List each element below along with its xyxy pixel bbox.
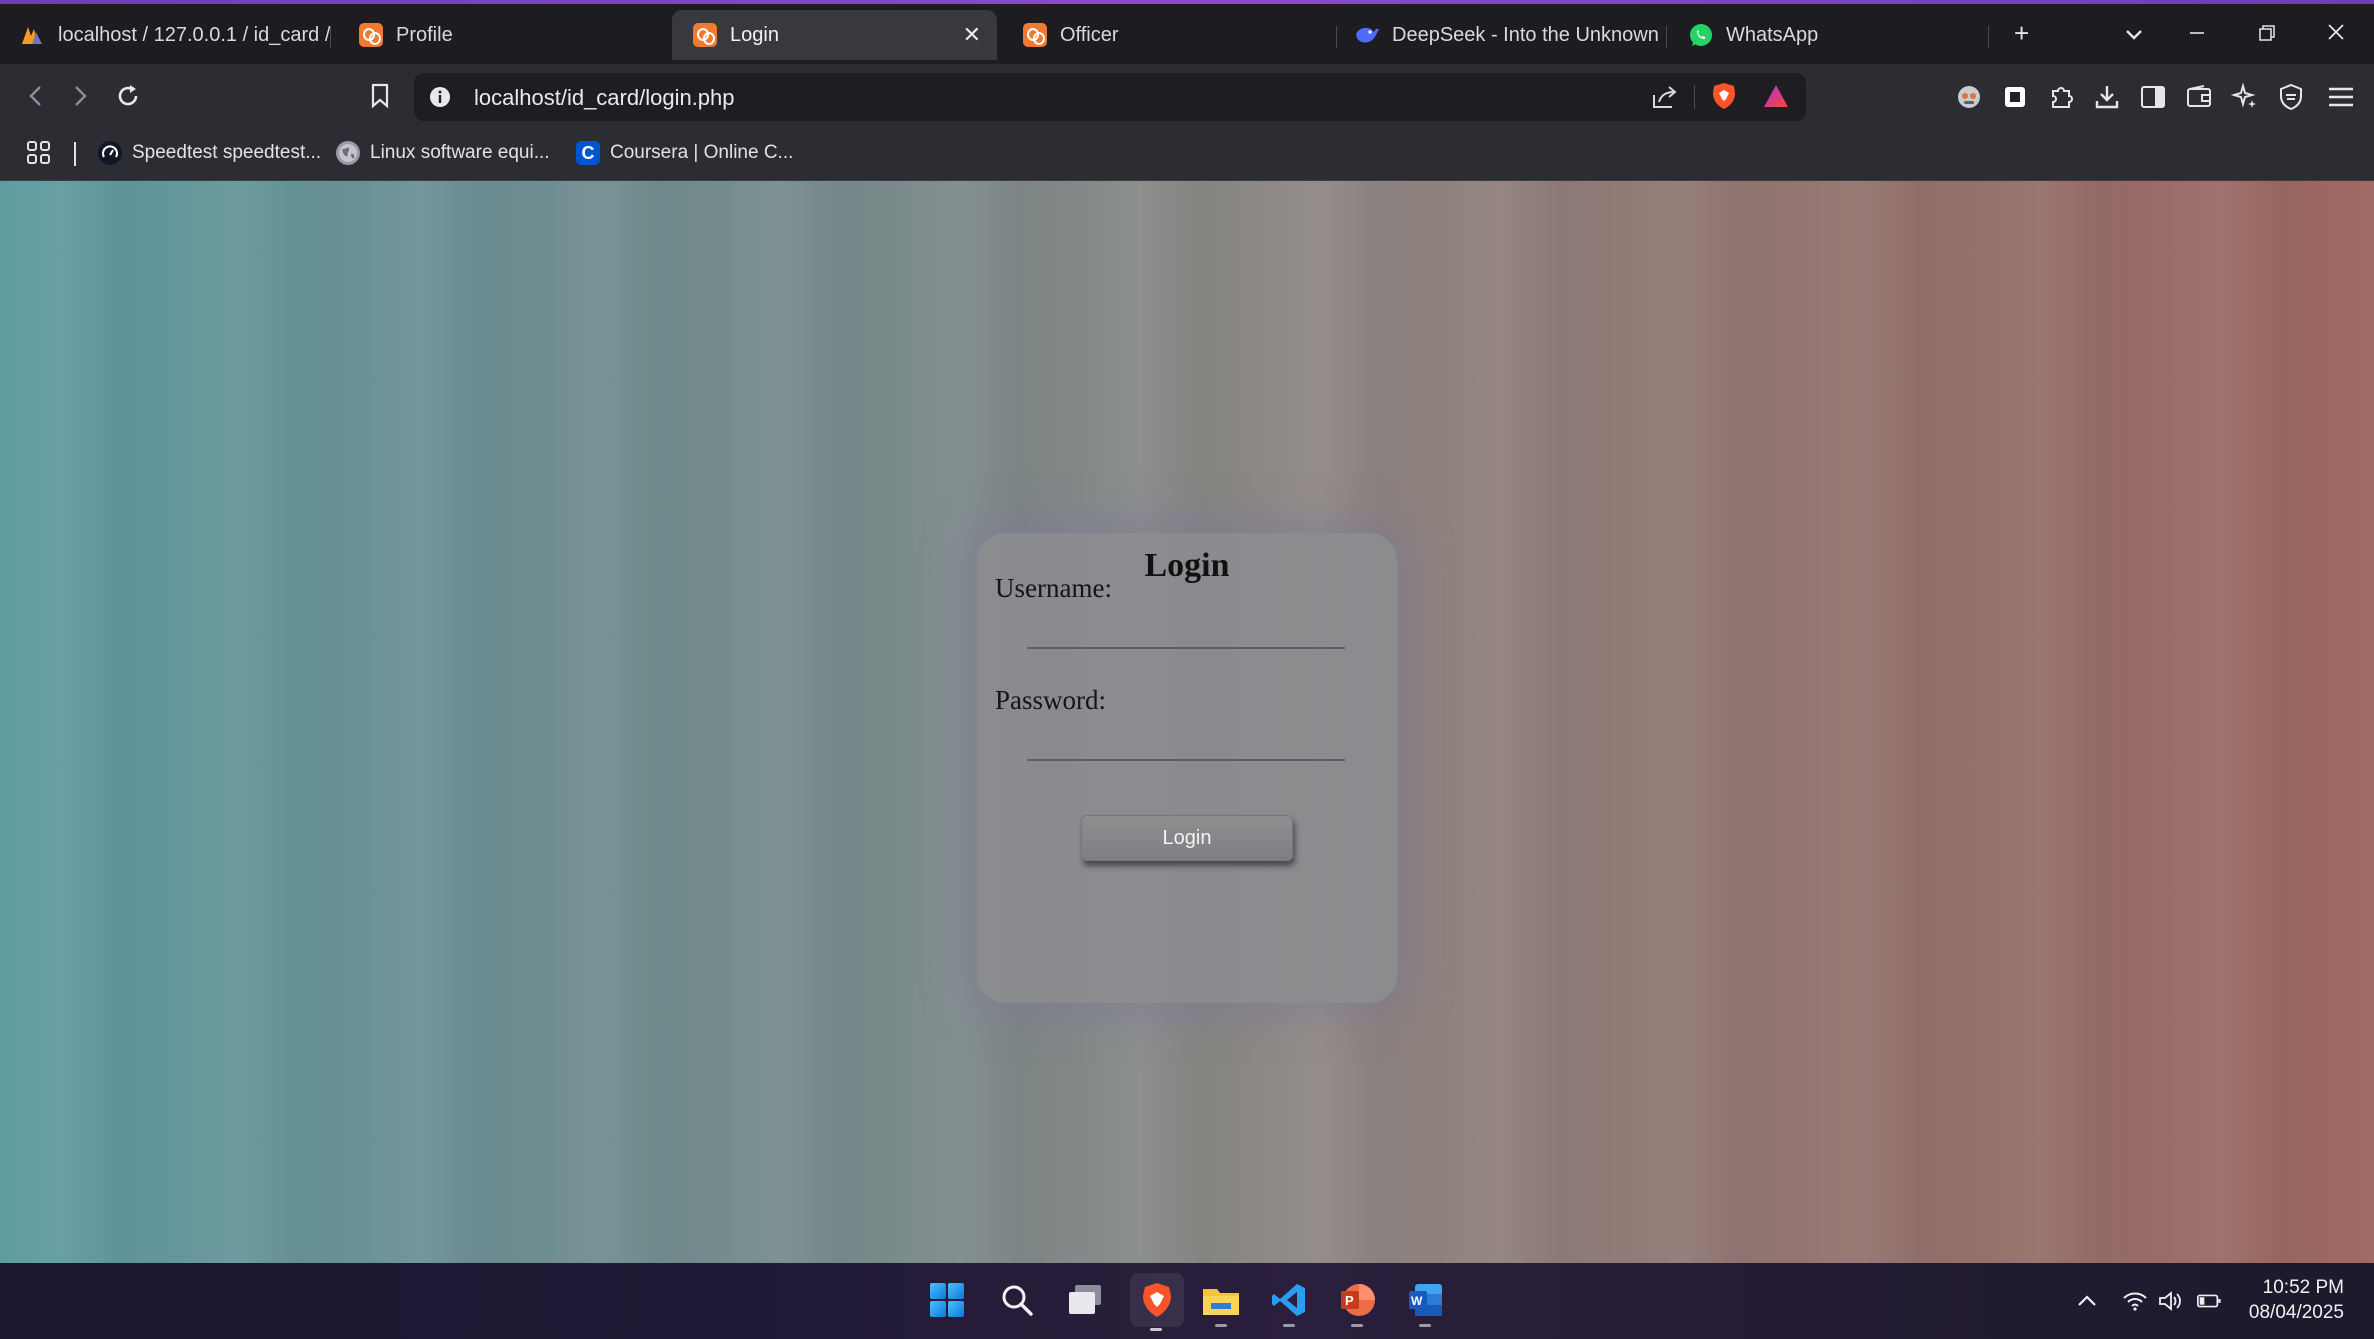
- apps-grid-icon[interactable]: [26, 138, 52, 168]
- battery-icon[interactable]: [2196, 1288, 2222, 1314]
- password-input[interactable]: [1027, 725, 1345, 761]
- tab-title: DeepSeek - Into the Unknown: [1392, 23, 1659, 46]
- back-icon[interactable]: [18, 78, 54, 114]
- bookmarks-bar: Speedtest speedtest... Linux software eq…: [0, 128, 2374, 181]
- forward-icon[interactable]: [62, 78, 98, 114]
- tab-title: Officer: [1060, 23, 1119, 46]
- vscode-icon[interactable]: [1266, 1277, 1312, 1327]
- tab-title: Login: [730, 23, 779, 46]
- username-input[interactable]: [1027, 613, 1345, 649]
- bookmark-label: Linux software equi...: [370, 142, 550, 163]
- tab-divider: [1988, 26, 1989, 48]
- tray-overflow-chevron-icon[interactable]: [2074, 1288, 2100, 1314]
- reload-icon[interactable]: [110, 78, 146, 114]
- bookmark-label: Coursera | Online C...: [610, 142, 794, 163]
- login-form: Login Username: Password: Login: [977, 533, 1397, 1003]
- speedtest-icon: [98, 141, 122, 165]
- wallet-icon[interactable]: [2184, 82, 2214, 112]
- page-content: Login Username: Password: Login: [0, 181, 2374, 1263]
- close-window-icon[interactable]: [2326, 22, 2346, 48]
- tab-profile[interactable]: Profile: [338, 10, 668, 60]
- site-info-icon[interactable]: [428, 85, 452, 114]
- tab-officer[interactable]: Officer: [1002, 10, 1332, 60]
- bookmark-icon[interactable]: [362, 78, 398, 114]
- xampp-icon: [358, 22, 384, 48]
- tab-phpmyadmin[interactable]: localhost / 127.0.0.1 / id_card /: [0, 10, 330, 60]
- vpn-shield-icon[interactable]: [2276, 82, 2306, 112]
- clock-time: 10:52 PM: [2262, 1277, 2344, 1298]
- download-icon[interactable]: [2092, 82, 2122, 112]
- search-icon[interactable]: [994, 1277, 1040, 1323]
- bookmark-speedtest[interactable]: Speedtest speedtest...: [98, 138, 321, 168]
- menu-hamburger-icon[interactable]: [2326, 82, 2356, 112]
- tab-bar: localhost / 127.0.0.1 / id_card / Profil…: [0, 4, 2374, 64]
- globe-icon: [336, 141, 360, 165]
- minimize-icon[interactable]: [2188, 22, 2206, 48]
- wifi-icon[interactable]: [2122, 1288, 2148, 1314]
- password-label: Password:: [995, 685, 1107, 715]
- tab-title: WhatsApp: [1726, 23, 1819, 46]
- word-icon[interactable]: W: [1402, 1277, 1448, 1327]
- browser-toolbar: localhost/id_card/login.php: [0, 64, 2374, 128]
- xampp-icon: [692, 22, 718, 48]
- tab-divider: [1666, 26, 1667, 48]
- bookmarks-divider: [74, 142, 76, 166]
- whatsapp-icon: [1688, 22, 1714, 48]
- powerpoint-icon[interactable]: P: [1334, 1277, 1380, 1327]
- leo-ai-avatar-icon[interactable]: [1954, 82, 1984, 112]
- address-bar[interactable]: localhost/id_card/login.php: [414, 73, 1806, 121]
- urlbar-divider: [1694, 85, 1695, 109]
- bookmark-label: Speedtest speedtest...: [132, 142, 322, 163]
- username-label: Username:: [995, 573, 1112, 603]
- new-tab-icon[interactable]: +: [2014, 18, 2029, 49]
- screen: localhost / 127.0.0.1 / id_card / Profil…: [0, 0, 2374, 1339]
- volume-icon[interactable]: [2158, 1288, 2184, 1314]
- close-tab-icon[interactable]: ✕: [963, 22, 981, 48]
- leo-sparkle-icon[interactable]: [2230, 82, 2260, 112]
- tab-divider: [330, 26, 331, 48]
- deepseek-icon: [1354, 22, 1380, 48]
- tab-list-chevron-icon[interactable]: [2124, 22, 2144, 48]
- bookmark-linux-software[interactable]: Linux software equi...: [336, 138, 550, 168]
- tab-deepseek[interactable]: DeepSeek - Into the Unknown: [1334, 10, 1664, 60]
- svg-text:P: P: [1345, 1293, 1354, 1308]
- tab-title: Profile: [396, 23, 453, 46]
- xampp-icon: [1022, 22, 1048, 48]
- phpmyadmin-icon: [20, 22, 46, 48]
- bookmark-coursera[interactable]: C Coursera | Online C...: [576, 138, 793, 168]
- tab-login[interactable]: Login ✕: [672, 10, 997, 60]
- extensions-puzzle-icon[interactable]: [2046, 82, 2076, 112]
- sidebar-toggle-icon[interactable]: [2138, 82, 2168, 112]
- tab-whatsapp[interactable]: WhatsApp: [1668, 10, 1968, 60]
- share-icon[interactable]: [1650, 83, 1678, 116]
- clock-date: 08/04/2025: [2248, 1302, 2344, 1323]
- brave-rewards-icon[interactable]: [1762, 83, 1790, 114]
- extension-square-icon[interactable]: [2000, 82, 2030, 112]
- restore-icon[interactable]: [2258, 22, 2276, 48]
- url-text: localhost/id_card/login.php: [474, 85, 735, 110]
- brave-taskbar-icon[interactable]: [1130, 1273, 1184, 1331]
- taskbar: P W 10:52 PM 08/04/2025: [0, 1263, 2374, 1339]
- brave-shields-icon[interactable]: [1710, 81, 1738, 116]
- system-clock[interactable]: 10:52 PM 08/04/2025: [2249, 1275, 2344, 1325]
- task-view-icon[interactable]: [1062, 1277, 1108, 1323]
- svg-text:W: W: [1411, 1294, 1423, 1308]
- tab-title: localhost / 127.0.0.1 / id_card /: [58, 23, 330, 46]
- login-button[interactable]: Login: [1081, 815, 1293, 861]
- windows-start-icon[interactable]: [924, 1277, 970, 1323]
- coursera-icon: C: [576, 141, 600, 165]
- file-explorer-icon[interactable]: [1198, 1277, 1244, 1327]
